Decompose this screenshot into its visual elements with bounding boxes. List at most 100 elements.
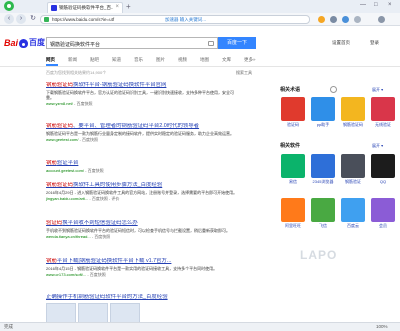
software-image	[311, 198, 335, 222]
result-snippet: 下载钢筋验证码换软件平台，官方认证的验证码识别工具，一键识别快速接收，支持多种平…	[46, 90, 234, 101]
login-link[interactable]: 登录	[370, 40, 379, 46]
result-title-link[interactable]: 钢筋验证码换软件平台-钢筋验证码换软件平台官网	[46, 82, 238, 89]
star-icon[interactable]	[318, 16, 325, 23]
software-image	[281, 154, 305, 178]
related-term-card[interactable]: 验证码	[280, 97, 306, 128]
search-result: 钢筋验证码换软件工具的使用步骤方法_百度经验 2016年4月29日 - 进入钢筋…	[46, 182, 238, 201]
zoom-level[interactable]: 100%	[376, 324, 388, 329]
baidu-logo[interactable]: Bai 百度	[4, 37, 45, 49]
result-url[interactable]: account.geetest.com/ - 百度快照	[46, 168, 238, 173]
tab-map[interactable]: 地图	[200, 57, 222, 65]
search-query: 钢筋验证码换软件平台	[50, 42, 101, 48]
software-card[interactable]: 易信	[280, 154, 306, 185]
result-url[interactable]: jingyan.baidu.com/arti... - 百度快照 - 评价	[46, 196, 238, 201]
result-url[interactable]: www.yzm8.net/ - 百度快照	[46, 101, 238, 106]
software-label: 飞信	[319, 223, 327, 228]
software-label: 钢筋验证	[345, 179, 361, 184]
tabs-divider	[0, 66, 400, 67]
result-thumbnails	[46, 303, 238, 323]
result-title-link[interactable]: 验证码换平台收不到短信验证码怎么办	[46, 220, 238, 227]
new-tab-button[interactable]: +	[126, 3, 131, 11]
software-card[interactable]: 阿里旺旺	[280, 198, 306, 229]
related-term-card[interactable]: pp助手	[310, 97, 336, 128]
browser-tab-bar: 钢筋验证码换软件平台_百... × + — □ ×	[0, 0, 400, 13]
result-snippet: 2016年4月29日 - 进入钢筋验证码换软件工具的官方网站，注册账号并登录，选…	[46, 190, 238, 195]
paw-icon	[19, 38, 29, 48]
software-card[interactable]: 钢筋验证	[340, 154, 366, 185]
result-title-link[interactable]: 钢筋验证码、要平台、管理者的钢筋验证码平台2.0时代的领导者	[46, 123, 238, 130]
tab-more[interactable]: 更多»	[244, 57, 266, 65]
address-hint: 加速器 输入关键词...	[165, 17, 207, 22]
result-title-link[interactable]: 钢筋验证平台	[46, 160, 238, 167]
tab-wenku[interactable]: 文库	[222, 57, 244, 65]
address-bar[interactable]: https://www.baidu.com/s?ie=utf 加速器 输入关键词…	[40, 15, 310, 24]
watermark-logo: LAPO	[300, 248, 338, 262]
user-icon[interactable]	[342, 16, 349, 23]
result-snippet: 手机收不到钢筋验证码换软件平台的验证码短信时，可以检查手机信号与拦截设置，稍后重…	[46, 228, 230, 233]
refresh-icon[interactable]: ↻	[28, 14, 38, 24]
result-url[interactable]: www.cr173.com/soft/... - 百度快照	[46, 272, 238, 277]
software-label: 阿里旺旺	[285, 223, 301, 228]
related-terms-expand[interactable]: 展开 ▾	[372, 87, 383, 93]
search-result: 钢筋验证码换软件平台-钢筋验证码换软件平台官网 下载钢筋验证码换软件平台，官方认…	[46, 82, 238, 106]
download-icon[interactable]	[354, 16, 361, 23]
browser-tab[interactable]: 钢筋验证码换软件平台_百... ×	[47, 2, 123, 13]
software-image	[371, 154, 395, 178]
term-label: 验证码	[287, 122, 299, 127]
minimize-button[interactable]: —	[360, 1, 366, 10]
result-title-link[interactable]: 钢筋平台下载|钢筋验证码换软件平台下载 v1.7官方...	[46, 258, 238, 265]
search-button[interactable]: 百度一下	[218, 37, 256, 49]
term-label: 钢筋验证码	[343, 122, 363, 127]
set-homepage-link[interactable]: 设置首页	[332, 40, 350, 46]
gear-icon[interactable]	[330, 86, 337, 93]
software-card[interactable]: 飞信	[310, 198, 336, 229]
search-result: 钢筋平台下载|钢筋验证码换软件平台下载 v1.7官方... 2016年4月15日…	[46, 258, 238, 277]
tab-tieba[interactable]: 贴吧	[90, 57, 112, 65]
term-image	[311, 97, 335, 121]
browser-logo-icon[interactable]	[4, 1, 14, 11]
search-input[interactable]: 钢筋验证码换软件平台	[46, 37, 218, 49]
tab-close-icon[interactable]: ×	[115, 4, 119, 10]
software-card[interactable]: 会员	[370, 198, 396, 229]
related-term-card[interactable]: 无线验证	[370, 97, 396, 128]
back-icon[interactable]: ‹	[4, 14, 14, 24]
logo-text-left: Bai	[4, 38, 19, 48]
thumbnail-image[interactable]	[78, 303, 108, 323]
tab-video[interactable]: 视频	[178, 57, 200, 65]
browser-nav-bar: ‹ › ↻ https://www.baidu.com/s?ie=utf 加速器…	[0, 13, 400, 26]
thumbnail-image[interactable]	[46, 303, 76, 323]
software-card[interactable]: 2345浏览器	[310, 154, 336, 185]
software-image	[281, 198, 305, 222]
close-window-button[interactable]: ×	[388, 1, 392, 10]
software-label: 会员	[379, 223, 387, 228]
forward-icon[interactable]: ›	[16, 14, 26, 24]
software-image	[371, 198, 395, 222]
tab-news[interactable]: 新闻	[68, 57, 90, 65]
camera-icon[interactable]	[208, 41, 214, 46]
software-card[interactable]: 百度云	[340, 198, 366, 229]
result-url[interactable]: wenda.tianya.cn/thread... - 百度快照	[46, 234, 238, 239]
search-result: 正确操作手机钢筋验证码软件平台的方法_百度经验	[46, 294, 238, 323]
extension-icon[interactable]	[330, 16, 337, 23]
related-term-card[interactable]: 钢筋验证码	[340, 97, 366, 128]
menu-icon[interactable]	[378, 16, 385, 23]
search-result: 验证码换平台收不到短信验证码怎么办 手机收不到钢筋验证码换软件平台的验证码短信时…	[46, 220, 238, 239]
result-title-link[interactable]: 正确操作手机钢筋验证码软件平台的方法_百度经验	[46, 294, 238, 301]
related-software-expand[interactable]: 展开 ▾	[372, 143, 383, 149]
tab-zhidao[interactable]: 知道	[112, 57, 134, 65]
software-image	[341, 154, 365, 178]
term-image	[341, 97, 365, 121]
tab-images[interactable]: 图片	[156, 57, 178, 65]
search-tools-link[interactable]: 搜索工具	[236, 70, 252, 76]
thumbnail-image[interactable]	[110, 303, 140, 323]
result-title-link[interactable]: 钢筋验证码换软件工具的使用步骤方法_百度经验	[46, 182, 238, 189]
maximize-button[interactable]: □	[374, 1, 378, 10]
baidu-favicon-icon	[51, 5, 57, 11]
software-image	[311, 154, 335, 178]
software-card[interactable]: QQ	[370, 154, 396, 184]
software-image	[341, 198, 365, 222]
result-url[interactable]: www.geetest.com/ - 百度快照	[46, 137, 238, 142]
term-label: pp助手	[316, 122, 330, 127]
tab-music[interactable]: 音乐	[134, 57, 156, 65]
status-bar: 完成 100%	[0, 322, 400, 331]
